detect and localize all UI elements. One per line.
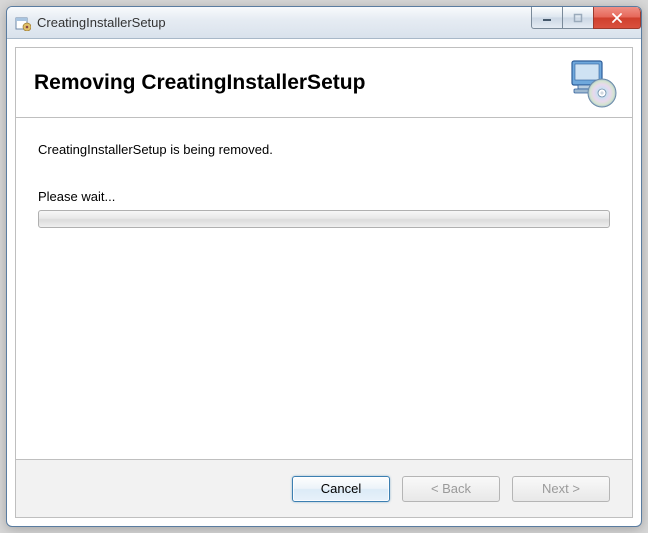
- maximize-button[interactable]: [562, 7, 594, 29]
- wizard-panel: Removing CreatingInstallerSetup: [15, 47, 633, 518]
- wizard-header: Removing CreatingInstallerSetup: [16, 48, 632, 118]
- window-controls: [532, 7, 641, 29]
- back-button: < Back: [402, 476, 500, 502]
- wait-label: Please wait...: [38, 189, 610, 204]
- installer-window: CreatingInstallerSetup Removing Creating…: [6, 6, 642, 527]
- title-bar[interactable]: CreatingInstallerSetup: [7, 7, 641, 39]
- close-button[interactable]: [593, 7, 641, 29]
- status-text: CreatingInstallerSetup is being removed.: [38, 142, 610, 157]
- minimize-button[interactable]: [531, 7, 563, 29]
- next-button: Next >: [512, 476, 610, 502]
- wizard-body: CreatingInstallerSetup is being removed.…: [16, 118, 632, 459]
- page-title: Removing CreatingInstallerSetup: [34, 71, 365, 95]
- installer-icon: [15, 15, 31, 31]
- cancel-button[interactable]: Cancel: [292, 476, 390, 502]
- window-title: CreatingInstallerSetup: [37, 15, 166, 30]
- client-area: Removing CreatingInstallerSetup: [7, 39, 641, 526]
- progress-bar: [38, 210, 610, 228]
- computer-disc-icon: [566, 57, 618, 109]
- wizard-footer: Cancel < Back Next >: [16, 459, 632, 517]
